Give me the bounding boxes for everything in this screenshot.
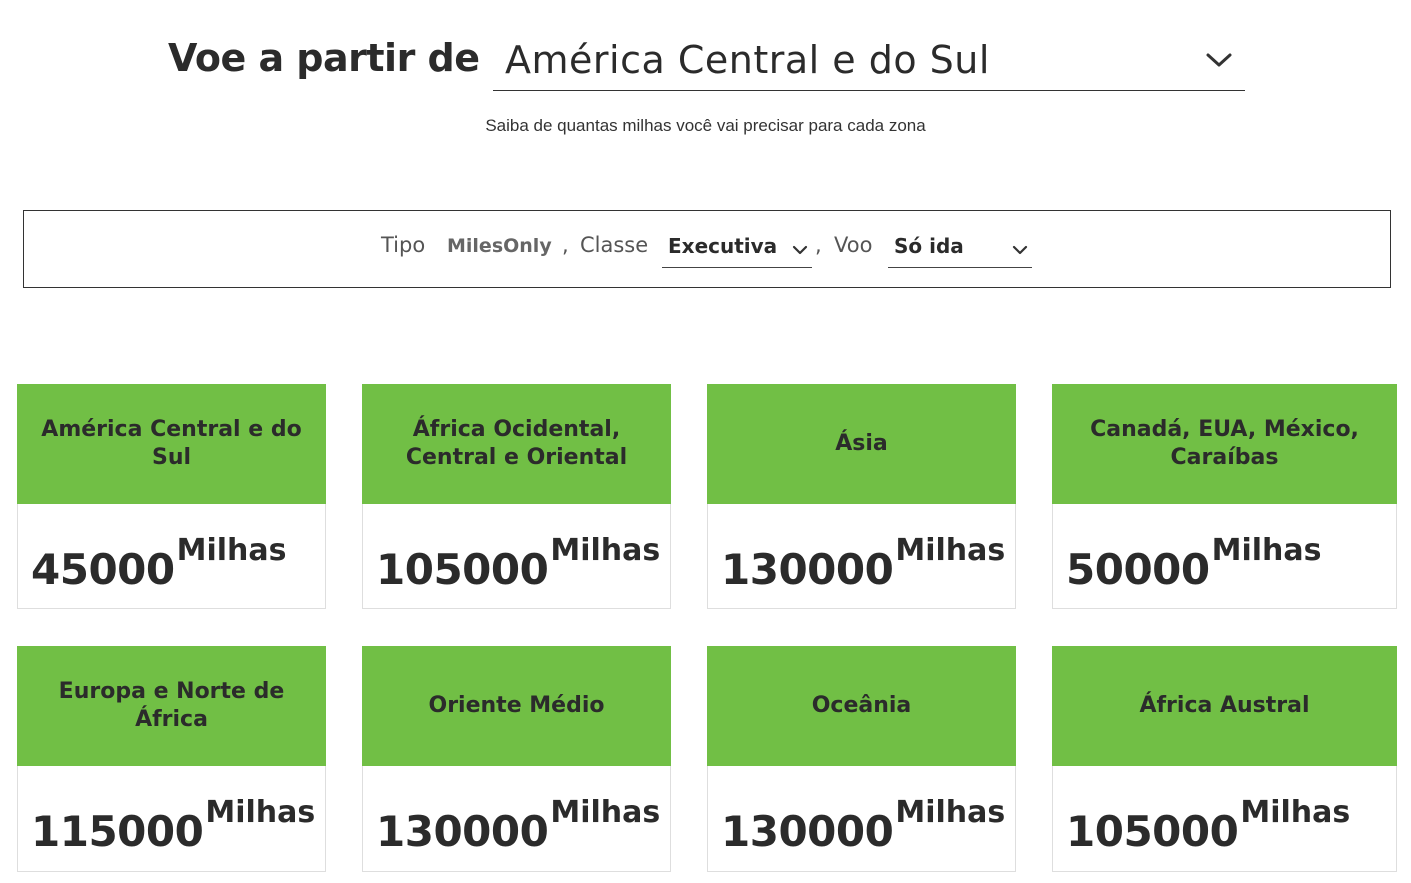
type-label: Tipo bbox=[381, 233, 426, 257]
zone-body: 50000Milhas bbox=[1053, 505, 1396, 608]
zone-name: Oceânia bbox=[811, 693, 912, 718]
zone-miles-unit: Milhas bbox=[205, 795, 316, 830]
zone-miles: 105000Milhas bbox=[1066, 795, 1350, 856]
zone-miles: 115000Milhas bbox=[31, 795, 315, 856]
flight-select-value: Só ida bbox=[894, 234, 964, 258]
zone-miles-unit: Milhas bbox=[550, 795, 661, 830]
zone-header: Oceânia bbox=[707, 646, 1016, 766]
zone-miles-value: 130000 bbox=[721, 545, 894, 594]
zone-body: 105000Milhas bbox=[363, 505, 670, 608]
zone-miles-unit: Milhas bbox=[550, 533, 661, 568]
zone-header: Canadá, EUA, México, Caraíbas bbox=[1052, 384, 1397, 504]
zone-name: África Austral bbox=[1139, 693, 1310, 718]
zone-name: Europa e Norte de África bbox=[58, 679, 285, 732]
origin-select-value: América Central e do Sul bbox=[505, 38, 990, 82]
zone-miles-value: 130000 bbox=[721, 807, 894, 856]
zone-miles-value: 115000 bbox=[31, 807, 204, 856]
zone-header: América Central e do Sul bbox=[17, 384, 326, 504]
filter-bar: Tipo MilesOnly , Classe Executiva , Voo … bbox=[23, 210, 1391, 288]
zone-card: África Ocidental, Central e Oriental 105… bbox=[362, 384, 671, 609]
zone-body: 130000Milhas bbox=[363, 767, 670, 871]
zone-miles-value: 50000 bbox=[1066, 545, 1210, 594]
zone-miles-value: 130000 bbox=[376, 807, 549, 856]
zone-header: África Ocidental, Central e Oriental bbox=[362, 384, 671, 504]
class-label: Classe bbox=[580, 233, 649, 257]
zone-miles-value: 105000 bbox=[1066, 807, 1239, 856]
zone-body: 45000Milhas bbox=[18, 505, 325, 608]
zone-header: Ásia bbox=[707, 384, 1016, 504]
zone-miles: 130000Milhas bbox=[721, 795, 1005, 856]
zone-miles: 130000Milhas bbox=[721, 533, 1005, 594]
zone-miles-value: 105000 bbox=[376, 545, 549, 594]
chevron-down-icon bbox=[1012, 245, 1028, 255]
flight-select[interactable]: Só ida bbox=[888, 231, 1032, 268]
zone-miles-unit: Milhas bbox=[895, 795, 1006, 830]
zone-miles-unit: Milhas bbox=[895, 533, 1006, 568]
zone-name: América Central e do Sul bbox=[41, 417, 302, 470]
class-select[interactable]: Executiva bbox=[662, 231, 812, 268]
zone-card: Oceânia 130000Milhas bbox=[707, 646, 1016, 872]
origin-select[interactable]: América Central e do Sul bbox=[493, 30, 1245, 91]
zone-name: Canadá, EUA, México, Caraíbas bbox=[1090, 417, 1359, 470]
zone-body: 130000Milhas bbox=[708, 767, 1015, 871]
separator: , bbox=[562, 233, 569, 257]
zone-header: Europa e Norte de África bbox=[17, 646, 326, 766]
class-select-value: Executiva bbox=[668, 234, 778, 258]
zone-card: Canadá, EUA, México, Caraíbas 50000Milha… bbox=[1052, 384, 1397, 609]
zone-card: Europa e Norte de África 115000Milhas bbox=[17, 646, 326, 872]
flight-label: Voo bbox=[834, 233, 873, 257]
zone-card: Ásia 130000Milhas bbox=[707, 384, 1016, 609]
zone-body: 115000Milhas bbox=[18, 767, 325, 871]
zone-body: 130000Milhas bbox=[708, 505, 1015, 608]
type-value: MilesOnly bbox=[447, 235, 552, 257]
zone-miles-unit: Milhas bbox=[176, 533, 287, 568]
zone-miles: 105000Milhas bbox=[376, 533, 660, 594]
zone-miles: 50000Milhas bbox=[1066, 533, 1322, 594]
zone-header: Oriente Médio bbox=[362, 646, 671, 766]
zone-name: Oriente Médio bbox=[428, 693, 605, 718]
zone-card: Oriente Médio 130000Milhas bbox=[362, 646, 671, 872]
page-title: Voe a partir de bbox=[168, 36, 480, 80]
zone-card: América Central e do Sul 45000Milhas bbox=[17, 384, 326, 609]
zone-miles-unit: Milhas bbox=[1240, 795, 1351, 830]
zone-body: 105000Milhas bbox=[1053, 767, 1396, 871]
zone-miles: 130000Milhas bbox=[376, 795, 660, 856]
zone-miles: 45000Milhas bbox=[31, 533, 287, 594]
zone-miles-unit: Milhas bbox=[1211, 533, 1322, 568]
chevron-down-icon bbox=[792, 245, 808, 255]
chevron-down-icon bbox=[1206, 53, 1232, 67]
zone-card: África Austral 105000Milhas bbox=[1052, 646, 1397, 872]
zone-name: África Ocidental, Central e Oriental bbox=[405, 417, 628, 470]
zone-header: África Austral bbox=[1052, 646, 1397, 766]
separator: , bbox=[815, 233, 822, 257]
zone-name: Ásia bbox=[835, 431, 888, 456]
page-subtitle: Saiba de quantas milhas você vai precisa… bbox=[485, 116, 926, 135]
zone-miles-value: 45000 bbox=[31, 545, 175, 594]
origin-header: Voe a partir de América Central e do Sul… bbox=[0, 0, 1411, 160]
